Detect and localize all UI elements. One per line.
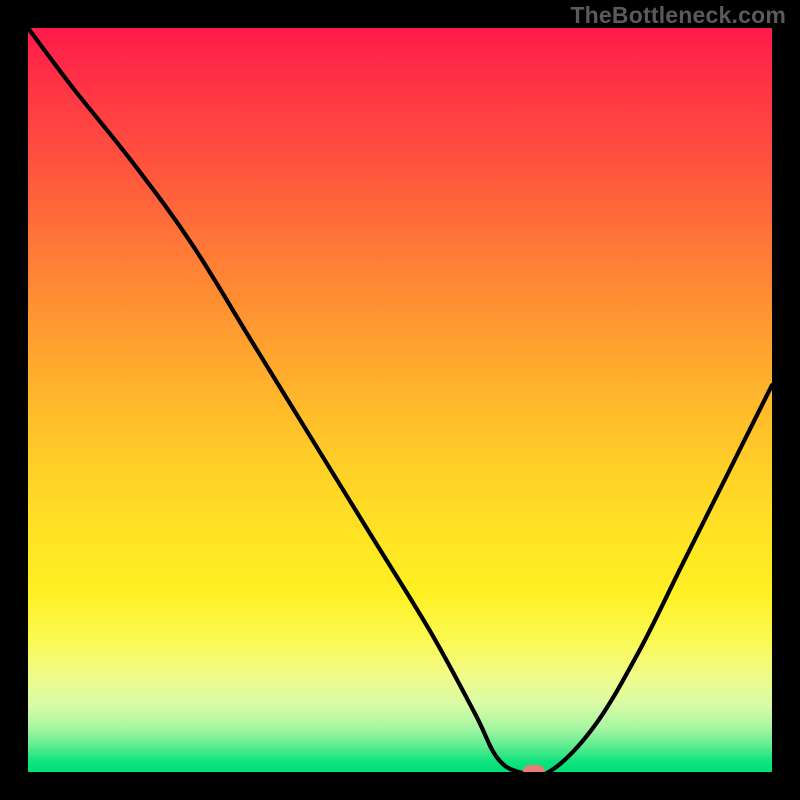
plot-area xyxy=(28,28,772,772)
bottleneck-curve xyxy=(28,28,772,772)
chart-frame: TheBottleneck.com xyxy=(0,0,800,800)
watermark-text: TheBottleneck.com xyxy=(570,2,786,29)
optimal-point-marker xyxy=(523,765,545,772)
